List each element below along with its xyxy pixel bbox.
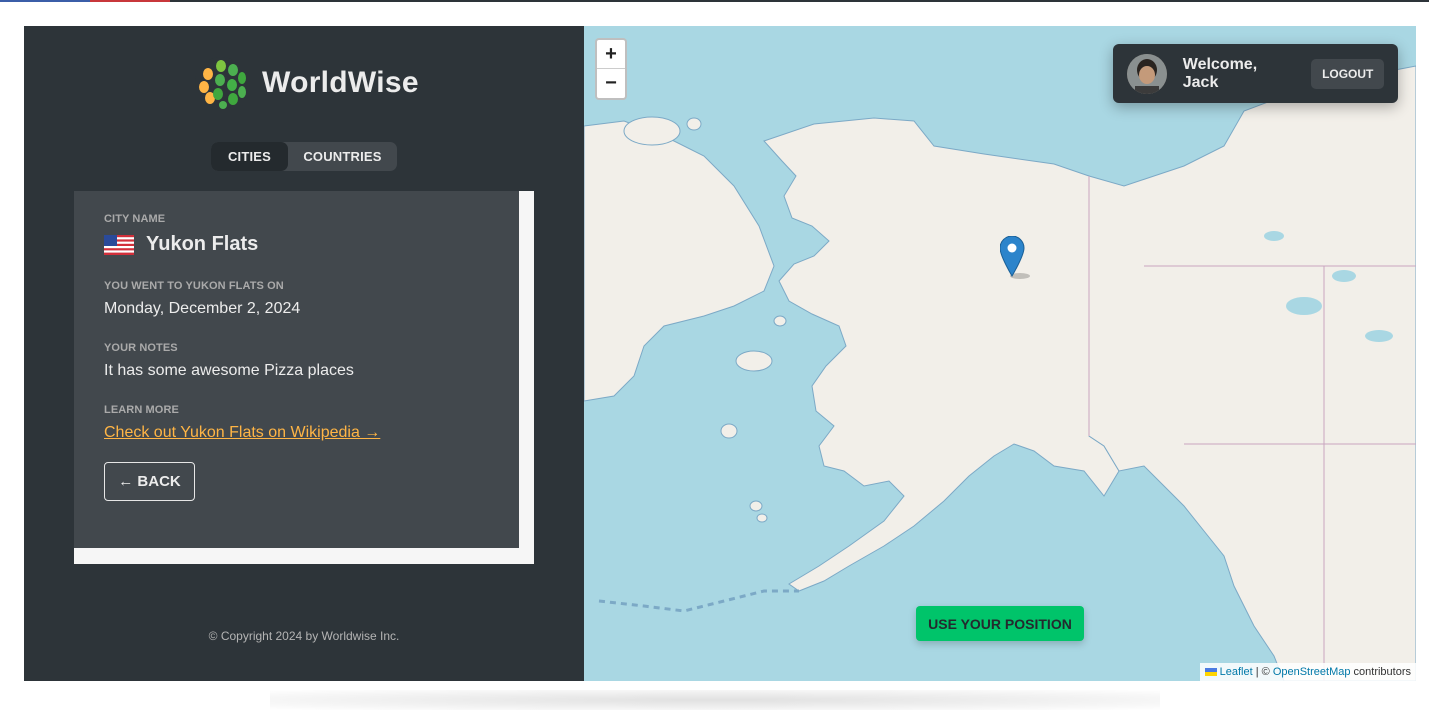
learn-more-label: LEARN MORE: [104, 404, 179, 416]
brand-name: WorldWise: [262, 66, 419, 99]
city-title-row: Yukon Flats: [104, 233, 489, 256]
window-top-border: [0, 0, 1429, 2]
wikipedia-link[interactable]: Check out Yukon Flats on Wikipedia →: [104, 424, 380, 442]
window-shadow: [270, 690, 1160, 710]
copyright-footer: © Copyright 2024 by Worldwise Inc.: [208, 629, 400, 643]
visit-date: Monday, December 2, 2024: [104, 300, 301, 317]
attribution-separator: | ©: [1252, 666, 1273, 678]
globe-logo-icon: [195, 57, 247, 109]
avatar: [1127, 53, 1167, 94]
sidebar: WorldWise CITIES COUNTRIES CITY NAME Yuk…: [24, 26, 584, 681]
zoom-control: + −: [595, 38, 627, 100]
notes-text: It has some awesome Pizza places: [104, 362, 354, 379]
logout-button[interactable]: LOGOUT: [1311, 58, 1384, 89]
window-top-accent: [0, 0, 90, 2]
app-layout: WorldWise CITIES COUNTRIES CITY NAME Yuk…: [24, 26, 1416, 681]
back-button[interactable]: ← BACK: [104, 462, 195, 501]
city-name: Yukon Flats: [146, 233, 259, 255]
welcome-text: Welcome, Jack: [1182, 55, 1258, 91]
user-panel: Welcome, Jack LOGOUT: [1113, 44, 1398, 103]
city-details-panel: CITY NAME Yukon Flats YOU WENT TO YUKON …: [74, 191, 534, 564]
window-top-accent: [90, 0, 170, 2]
zoom-out-button[interactable]: −: [597, 69, 625, 98]
attribution-suffix: contributors: [1350, 666, 1411, 678]
visit-date-label: YOU WENT TO YUKON FLATS ON: [104, 280, 284, 292]
us-flag-icon: [104, 234, 134, 255]
zoom-in-button[interactable]: +: [597, 40, 625, 69]
city-details-card: CITY NAME Yukon Flats YOU WENT TO YUKON …: [74, 191, 519, 548]
leaflet-link[interactable]: Leaflet: [1220, 666, 1253, 678]
use-position-button[interactable]: USE YOUR POSITION: [916, 606, 1084, 641]
ukraine-flag-icon: [1204, 668, 1217, 676]
tab-cities[interactable]: CITIES: [211, 142, 288, 171]
city-country-tabs: CITIES COUNTRIES: [211, 142, 397, 171]
tab-countries[interactable]: COUNTRIES: [288, 142, 397, 171]
notes-label: YOUR NOTES: [104, 342, 178, 354]
city-name-label: CITY NAME: [104, 213, 166, 225]
logo[interactable]: WorldWise: [194, 56, 419, 110]
map-tiles: [584, 26, 1416, 681]
openstreetmap-link[interactable]: OpenStreetMap: [1273, 666, 1351, 678]
map-container[interactable]: + − Welcome, Jack LOGOUT USE YOUR POSITI…: [584, 26, 1416, 681]
map-attribution: Leaflet | © OpenStreetMap contributors: [1199, 663, 1416, 681]
location-marker-icon[interactable]: [999, 235, 1040, 285]
